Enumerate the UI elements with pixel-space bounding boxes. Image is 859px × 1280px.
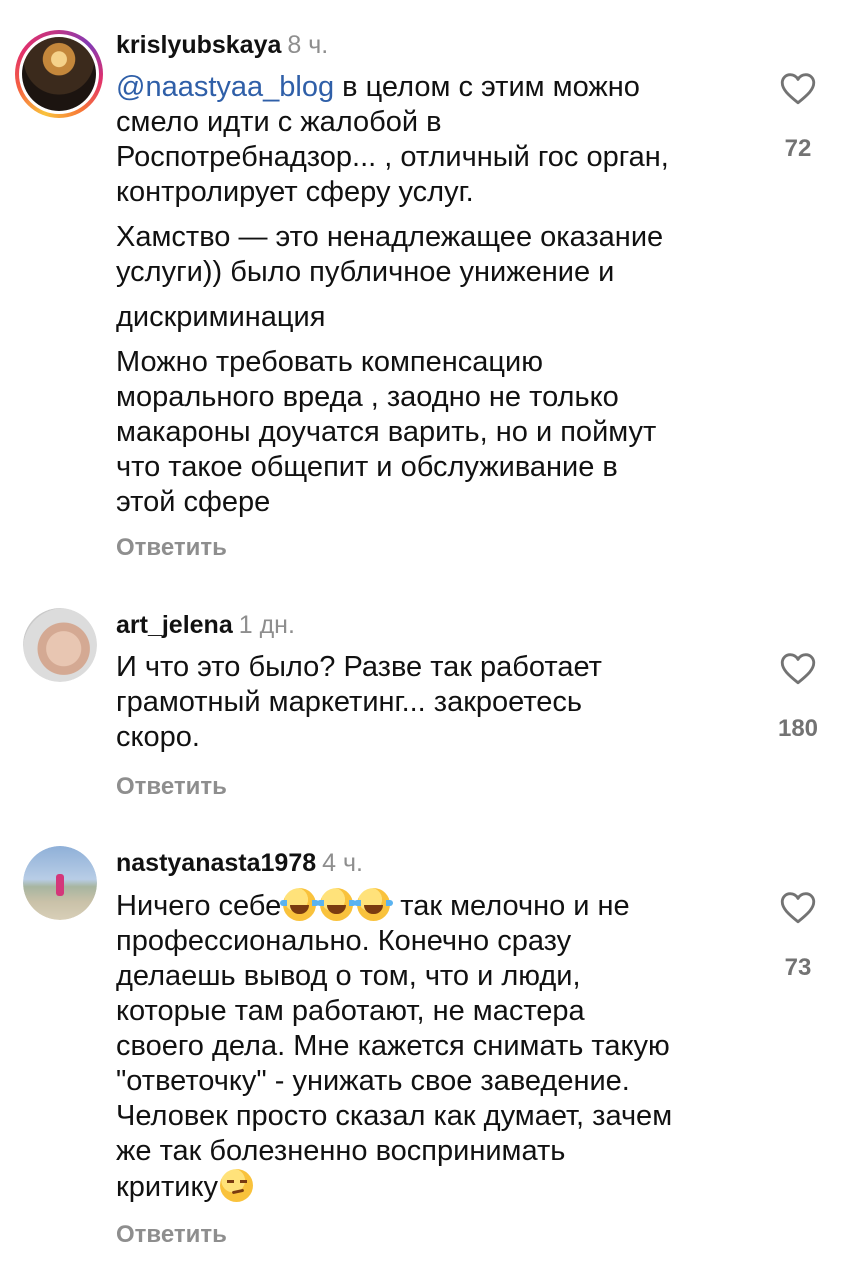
heart-outline-icon[interactable] <box>780 72 816 105</box>
comment-text-start: Ничего себе <box>116 890 282 922</box>
comment-paragraph: И что это было? Разве так работает грамо… <box>116 651 602 753</box>
reply-button[interactable]: Ответить <box>116 533 227 563</box>
heart-outline-icon[interactable] <box>780 891 816 924</box>
reply-button[interactable]: Ответить <box>116 1220 227 1250</box>
avatar[interactable] <box>23 846 97 920</box>
comment-header: krislyubskaya 8 ч. <box>116 30 328 60</box>
comment-text: @naastyaa_blog в целом с этим можно смел… <box>116 70 756 530</box>
smirking-face-emoji <box>220 1169 254 1202</box>
like-control: 180 <box>770 652 826 743</box>
comment-text: Ничего себе так мелочно и не профессиона… <box>116 888 756 1215</box>
heart-outline-icon[interactable] <box>780 652 816 685</box>
avatar-story-ring[interactable] <box>15 30 103 118</box>
comment-username[interactable]: art_jelena <box>116 611 233 639</box>
comment-paragraph: Можно требовать компенсацию морального в… <box>116 346 657 518</box>
comment-paragraph: @naastyaa_blog в целом с этим можно смел… <box>116 70 756 210</box>
like-count: 73 <box>784 954 812 981</box>
face-with-tears-of-joy-emoji <box>317 888 357 921</box>
comment-paragraph: Хамство — это ненадлежащее оказание услу… <box>116 221 664 288</box>
comment-timestamp: 8 ч. <box>287 31 329 59</box>
avatar[interactable] <box>23 608 97 682</box>
comment-text: И что это было? Разве так работает грамо… <box>116 650 756 765</box>
comment-paragraph: Ничего себе так мелочно и не профессиона… <box>116 888 756 1205</box>
face-with-tears-of-joy-emoji <box>354 888 394 921</box>
comment-timestamp: 4 ч. <box>322 849 363 877</box>
comment-paragraph: дискриминация <box>116 301 326 333</box>
comment-header: art_jelena 1 дн. <box>116 610 295 640</box>
avatar <box>22 37 96 111</box>
comment-text-rest: так мелочно и не профессионально. Конечн… <box>116 890 673 1203</box>
comment-username[interactable]: krislyubskaya <box>116 31 281 59</box>
like-control: 72 <box>770 72 826 163</box>
avatar-frame <box>19 34 99 114</box>
avatar-photo <box>23 608 97 682</box>
comment-timestamp: 1 дн. <box>238 611 295 639</box>
face-with-tears-of-joy-emoji <box>280 888 320 921</box>
avatar-photo <box>23 846 97 920</box>
comment-header: nastyanasta1978 4 ч. <box>116 848 363 878</box>
like-control: 73 <box>770 891 826 982</box>
like-count: 72 <box>784 135 812 162</box>
comment-username[interactable]: nastyanasta1978 <box>116 849 316 877</box>
reply-button[interactable]: Ответить <box>116 772 227 802</box>
like-count: 180 <box>777 715 819 742</box>
mention-link[interactable]: @naastyaa_blog <box>116 71 334 103</box>
